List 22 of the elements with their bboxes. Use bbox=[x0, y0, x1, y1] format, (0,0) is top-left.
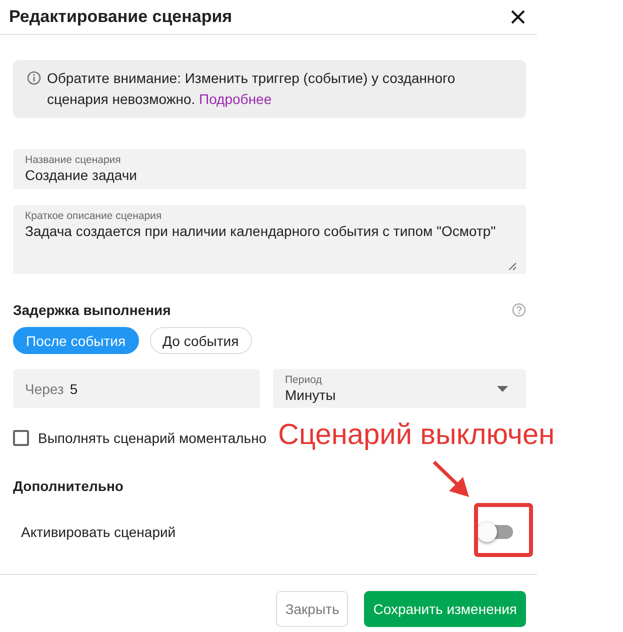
toggle-label: Активировать сценарий bbox=[21, 524, 176, 540]
resize-grip-icon[interactable] bbox=[509, 263, 516, 270]
description-field[interactable]: Краткое описание сценария Задача создается при наличии календарного события с типом "Осмотр" bbox=[13, 205, 526, 274]
info-icon bbox=[27, 71, 41, 85]
delay-field[interactable]: Через 5 bbox=[13, 369, 260, 408]
name-field[interactable]: Название сценария Создание задачи bbox=[13, 149, 526, 189]
toggle-switch[interactable] bbox=[479, 524, 513, 538]
checkbox[interactable] bbox=[13, 430, 29, 446]
details-link[interactable]: Подробнее bbox=[199, 91, 272, 107]
dialog-title: Редактирование сценария bbox=[9, 7, 232, 27]
notice-text: Обратите внимание: Изменить триггер (событие) у созданного сценария невозможно. Подробнее bbox=[47, 69, 456, 109]
period-select[interactable]: Период Минуты bbox=[273, 369, 526, 408]
checkbox-label: Выполнять сценарий моментально bbox=[38, 430, 267, 446]
highlight-frame bbox=[474, 503, 533, 557]
section-title: Дополнительно bbox=[13, 478, 124, 494]
segment-tab[interactable]: До события bbox=[150, 327, 252, 354]
annotation-text: Сценарий выключен bbox=[278, 418, 555, 452]
section-title: Задержка выполнения bbox=[13, 302, 171, 318]
close-button[interactable]: Закрыть bbox=[276, 591, 348, 627]
annotation-arrow bbox=[432, 460, 472, 500]
close-icon[interactable] bbox=[511, 10, 525, 24]
dropdown-caret-icon bbox=[497, 386, 508, 392]
